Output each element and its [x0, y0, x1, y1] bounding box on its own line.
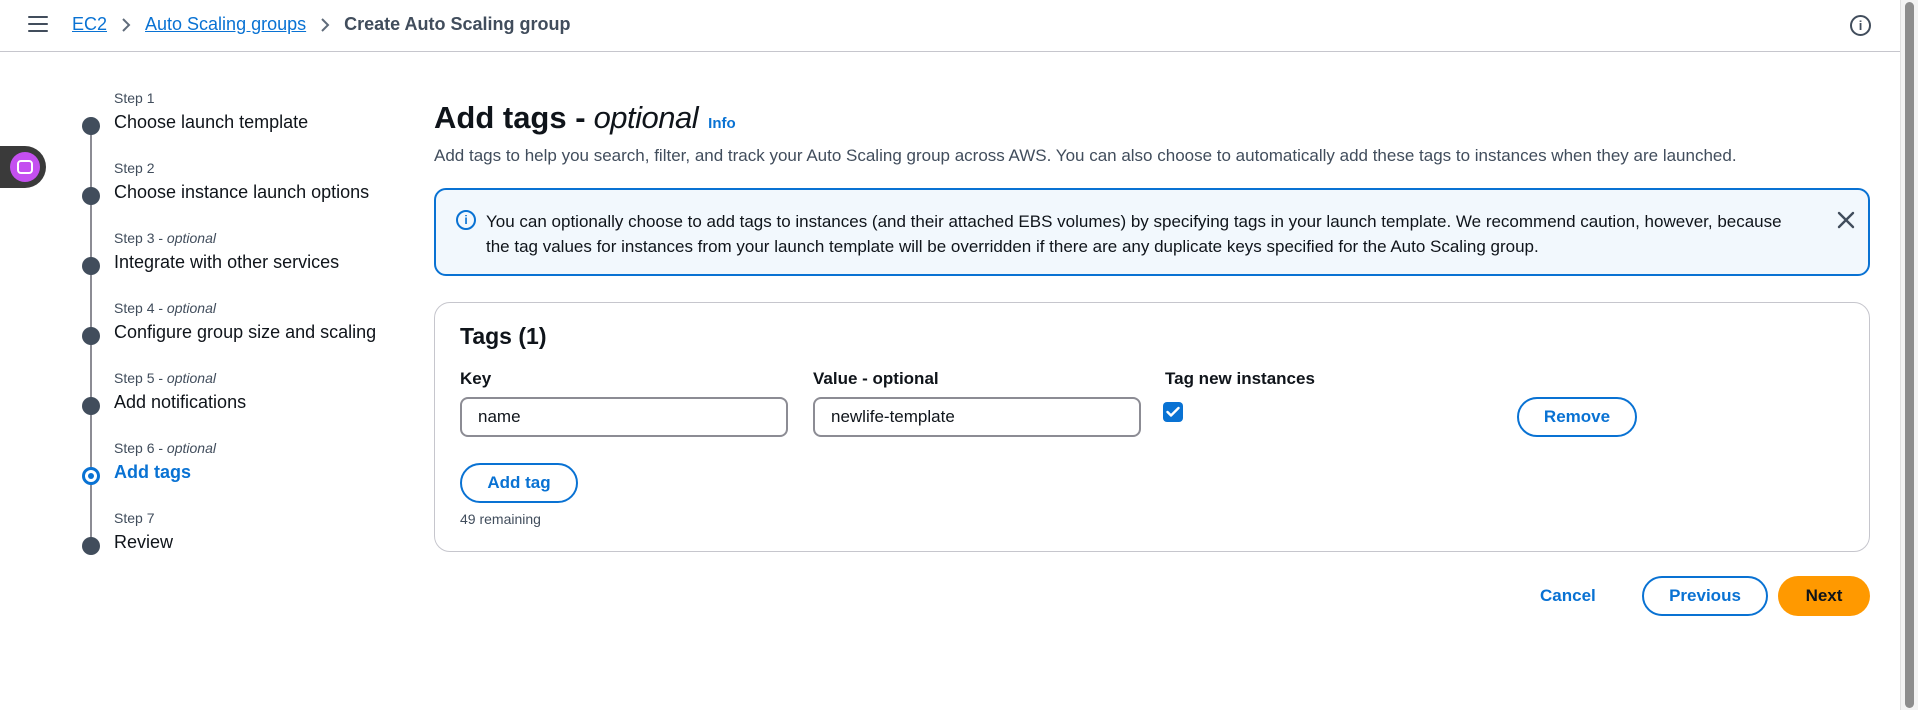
tag-value-input[interactable] — [813, 397, 1141, 437]
value-label: Value - optional — [813, 369, 939, 388]
step-number: Step 5 - optional — [114, 370, 216, 386]
wizard-step-5[interactable]: Step 5 - optional Add notifications — [76, 368, 396, 428]
page-title-text: Add tags - — [434, 100, 586, 135]
step-indicator-icon — [82, 117, 100, 135]
step-label[interactable]: Choose launch template — [114, 112, 308, 133]
step-label[interactable]: Choose instance launch options — [114, 182, 369, 203]
add-tag-button[interactable]: Add tag — [460, 463, 578, 503]
checkmark-icon — [1166, 406, 1180, 417]
step-label[interactable]: Integrate with other services — [114, 252, 339, 273]
tag-new-instances-label: Tag new instances — [1165, 369, 1315, 388]
wizard-step-6-current[interactable]: Step 6 - optional Add tags — [76, 438, 396, 498]
chevron-right-icon — [320, 17, 330, 33]
info-alert: i You can optionally choose to add tags … — [434, 188, 1870, 276]
tags-panel-title: Tags (1) — [460, 323, 547, 349]
tag-new-instances-checkbox[interactable] — [1163, 402, 1183, 422]
step-label[interactable]: Add tags — [114, 462, 191, 483]
step-number: Step 4 - optional — [114, 300, 216, 316]
page-title: Add tags - optional Info — [434, 100, 1870, 136]
top-navigation-bar: EC2 Auto Scaling groups Create Auto Scal… — [0, 0, 1900, 52]
breadcrumb: EC2 Auto Scaling groups Create Auto Scal… — [72, 14, 570, 35]
scrollbar-thumb[interactable] — [1905, 2, 1914, 708]
wizard-step-4[interactable]: Step 4 - optional Configure group size a… — [76, 298, 396, 358]
step-label[interactable]: Add notifications — [114, 392, 246, 413]
wizard-step-1[interactable]: Step 1 Choose launch template — [76, 88, 396, 148]
step-indicator-icon — [82, 187, 100, 205]
menu-icon[interactable] — [28, 16, 48, 34]
tag-key-input[interactable] — [460, 397, 788, 437]
wizard-step-3[interactable]: Step 3 - optional Integrate with other s… — [76, 228, 396, 288]
step-label[interactable]: Configure group size and scaling — [114, 322, 376, 343]
main-content: Add tags - optional Info Add tags to hel… — [434, 100, 1870, 616]
chevron-right-icon — [121, 17, 131, 33]
cancel-button[interactable]: Cancel — [1540, 576, 1596, 616]
page-title-optional: optional — [593, 100, 699, 135]
step-number: Step 1 — [114, 90, 155, 106]
step-indicator-icon — [82, 327, 100, 345]
tags-panel: Tags (1) Key Value - optional Tag new in… — [434, 302, 1870, 552]
breadcrumb-link-auto-scaling-groups[interactable]: Auto Scaling groups — [145, 14, 306, 35]
breadcrumb-current: Create Auto Scaling group — [344, 14, 571, 34]
wizard-actions: Cancel Previous Next — [434, 576, 1870, 616]
vertical-scrollbar[interactable] — [1900, 0, 1918, 710]
step-indicator-icon — [82, 397, 100, 415]
wizard-step-7[interactable]: Step 7 Review — [76, 508, 396, 568]
close-icon[interactable] — [1834, 208, 1858, 232]
next-button[interactable]: Next — [1778, 576, 1870, 616]
breadcrumb-link-ec2[interactable]: EC2 — [72, 14, 107, 35]
step-label[interactable]: Review — [114, 532, 173, 553]
step-number: Step 3 - optional — [114, 230, 216, 246]
step-indicator-icon — [82, 537, 100, 555]
step-number: Step 6 - optional — [114, 440, 216, 456]
assistant-face-icon — [10, 152, 40, 182]
info-circle-icon: i — [456, 210, 476, 230]
tags-remaining-count: 49 remaining — [460, 511, 541, 527]
step-number: Step 2 — [114, 160, 155, 176]
wizard-step-2[interactable]: Step 2 Choose instance launch options — [76, 158, 396, 218]
page-description: Add tags to help you search, filter, and… — [434, 146, 1737, 165]
remove-tag-button[interactable]: Remove — [1517, 397, 1637, 437]
step-current-indicator-icon — [82, 467, 100, 485]
alert-text: You can optionally choose to add tags to… — [486, 212, 1782, 256]
assistant-widget-button[interactable] — [0, 146, 46, 188]
info-icon[interactable]: i — [1850, 15, 1871, 36]
step-indicator-icon — [82, 257, 100, 275]
step-number: Step 7 — [114, 510, 155, 526]
key-label: Key — [460, 369, 492, 388]
previous-button[interactable]: Previous — [1642, 576, 1768, 616]
info-link[interactable]: Info — [708, 115, 736, 132]
